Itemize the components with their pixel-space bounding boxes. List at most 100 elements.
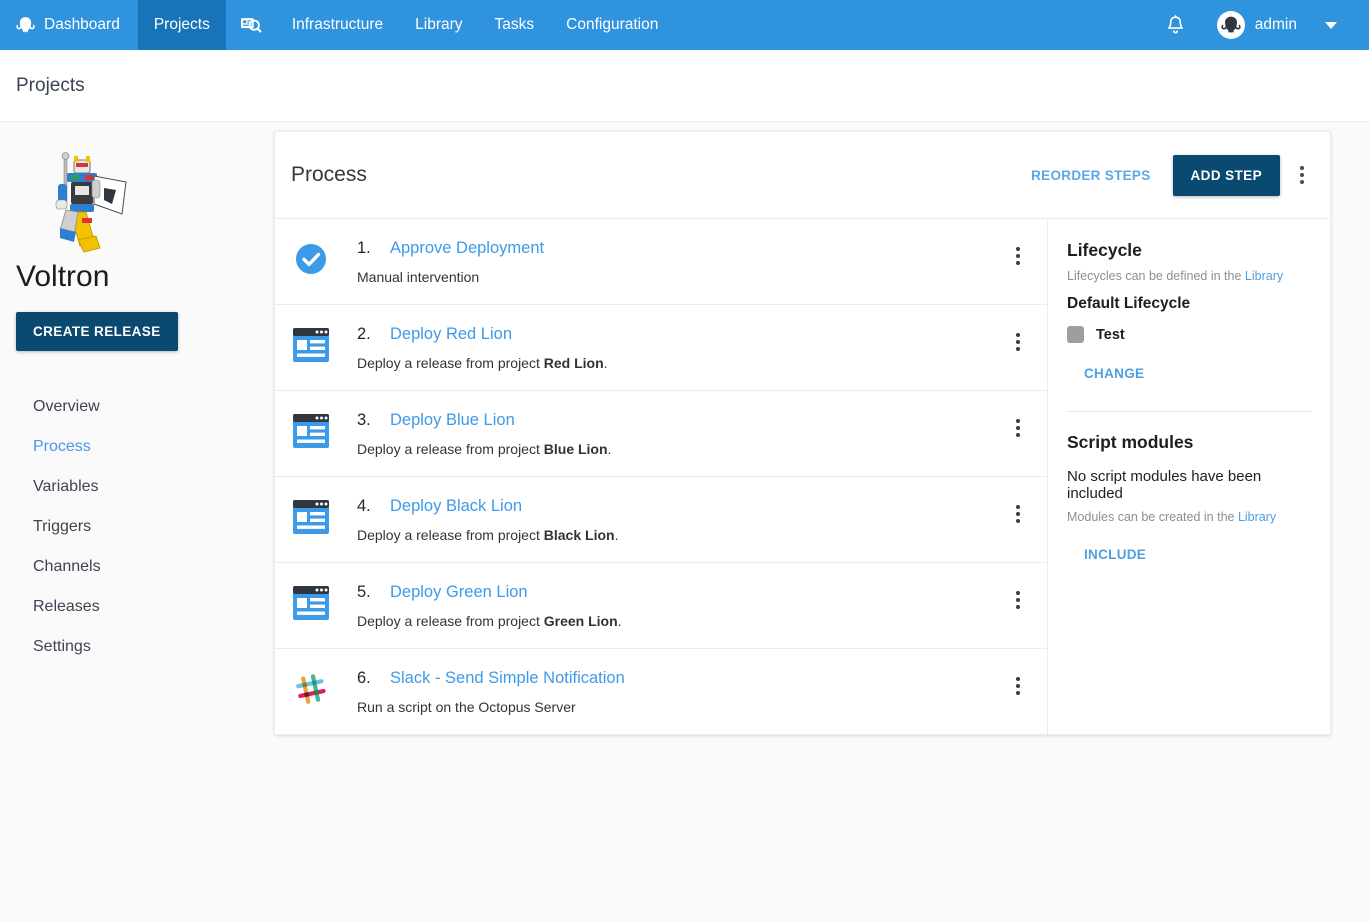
process-step-list: 1. Approve Deployment Manual interventio… [275, 219, 1047, 734]
step-overflow-menu-icon[interactable] [1000, 238, 1036, 274]
voltron-robot-logo [30, 144, 140, 254]
user-menu-dropdown-button[interactable] [1311, 22, 1353, 29]
step-description-prefix: Run a script on the Octopus Server [357, 699, 576, 715]
notifications-bell-icon [1166, 15, 1185, 36]
nav-item-configuration[interactable]: Configuration [550, 0, 674, 50]
step-content: 6. Slack - Send Simple Notification Run … [357, 668, 990, 715]
script-modules-section: Script modules No script modules have be… [1067, 432, 1312, 572]
step-description: Deploy a release from project Red Lion. [357, 355, 990, 371]
table-row[interactable]: 6. Slack - Send Simple Notification Run … [275, 649, 1047, 734]
step-number: 4. [357, 497, 390, 516]
notifications-button[interactable] [1152, 15, 1199, 36]
step-description-suffix: . [615, 527, 619, 543]
step-description-target: Blue Lion [544, 441, 608, 457]
sidebar-item-variables[interactable]: Variables [16, 467, 258, 507]
script-modules-library-link[interactable]: Library [1238, 510, 1276, 524]
table-row[interactable]: 4. Deploy Black Lion Deploy a release fr… [275, 477, 1047, 563]
step-description: Deploy a release from project Blue Lion. [357, 441, 990, 457]
process-card-body: 1. Approve Deployment Manual interventio… [275, 218, 1330, 734]
user-menu-button[interactable]: admin [1203, 11, 1307, 39]
step-content: 4. Deploy Black Lion Deploy a release fr… [357, 496, 990, 543]
include-script-module-button[interactable]: INCLUDE [1070, 537, 1160, 572]
change-lifecycle-button[interactable]: CHANGE [1070, 356, 1158, 391]
top-nav-right-group: admin [1152, 0, 1369, 50]
step-description-prefix: Deploy a release from project [357, 613, 544, 629]
script-modules-hint-text: Modules can be created in the [1067, 510, 1238, 524]
nav-item-projects[interactable]: Projects [138, 0, 226, 50]
step-name-link[interactable]: Deploy Green Lion [390, 583, 528, 602]
step-description: Manual intervention [357, 269, 990, 285]
step-description: Deploy a release from project Black Lion… [357, 527, 990, 543]
nav-item-projects-label: Projects [154, 16, 210, 34]
octopus-logo-icon [16, 15, 35, 35]
step-name-link[interactable]: Deploy Blue Lion [390, 411, 515, 430]
step-heading: 2. Deploy Red Lion [357, 325, 990, 344]
step-overflow-menu-icon[interactable] [1000, 582, 1036, 618]
sidebar-item-releases[interactable]: Releases [16, 587, 258, 627]
nav-item-configuration-label: Configuration [566, 16, 658, 34]
step-name-link[interactable]: Deploy Black Lion [390, 497, 522, 516]
table-row[interactable]: 3. Deploy Blue Lion Deploy a release fro… [275, 391, 1047, 477]
lifecycle-hint: Lifecycles can be defined in the Library [1067, 269, 1312, 283]
sidebar-item-channels[interactable]: Channels [16, 547, 258, 587]
nav-item-infrastructure-label: Infrastructure [292, 16, 383, 34]
step-overflow-menu-icon[interactable] [1000, 668, 1036, 704]
step-number: 2. [357, 325, 390, 344]
deploy-release-icon [291, 497, 331, 537]
script-modules-heading: Script modules [1067, 432, 1312, 453]
nav-item-dashboard[interactable]: Dashboard [0, 0, 138, 50]
nav-item-search[interactable] [226, 0, 276, 50]
script-modules-hint: Modules can be created in the Library [1067, 510, 1312, 524]
add-step-button[interactable]: ADD STEP [1173, 155, 1280, 196]
nav-item-infrastructure[interactable]: Infrastructure [276, 0, 399, 50]
step-heading: 6. Slack - Send Simple Notification [357, 669, 990, 688]
page-title: Projects [16, 75, 85, 97]
deploy-release-icon [291, 583, 331, 623]
sidebar-item-overview[interactable]: Overview [16, 387, 258, 427]
step-heading: 5. Deploy Green Lion [357, 583, 990, 602]
step-name-link[interactable]: Deploy Red Lion [390, 325, 512, 344]
table-row[interactable]: 2. Deploy Red Lion Deploy a release from… [275, 305, 1047, 391]
top-nav-spacer [674, 0, 1151, 50]
step-name-link[interactable]: Slack - Send Simple Notification [390, 669, 625, 688]
step-description-prefix: Deploy a release from project [357, 527, 544, 543]
project-sidebar-menu: Overview Process Variables Triggers Chan… [16, 387, 258, 667]
step-heading: 3. Deploy Blue Lion [357, 411, 990, 430]
step-description-target: Red Lion [544, 355, 604, 371]
sidebar-item-process[interactable]: Process [16, 427, 258, 467]
chevron-down-icon [1325, 22, 1337, 29]
step-description: Deploy a release from project Green Lion… [357, 613, 990, 629]
create-release-button[interactable]: CREATE RELEASE [16, 312, 178, 351]
step-overflow-menu-icon[interactable] [1000, 410, 1036, 446]
step-content: 2. Deploy Red Lion Deploy a release from… [357, 324, 990, 371]
sidebar-item-settings[interactable]: Settings [16, 627, 258, 667]
check-circle-icon [291, 239, 331, 279]
lifecycle-heading: Lifecycle [1067, 240, 1312, 261]
nav-item-tasks[interactable]: Tasks [479, 0, 551, 50]
nav-item-library-label: Library [415, 16, 462, 34]
process-heading: Process [291, 163, 367, 187]
process-card-header: Process REORDER STEPS ADD STEP [275, 132, 1330, 218]
step-description-prefix: Deploy a release from project [357, 441, 544, 457]
table-row[interactable]: 5. Deploy Green Lion Deploy a release fr… [275, 563, 1047, 649]
breadcrumb: Projects [0, 50, 1369, 122]
table-row[interactable]: 1. Approve Deployment Manual interventio… [275, 219, 1047, 305]
step-description-suffix: . [618, 613, 622, 629]
step-name-link[interactable]: Approve Deployment [390, 239, 544, 258]
kebab-menu-icon[interactable] [1288, 158, 1316, 192]
sidebar-item-triggers[interactable]: Triggers [16, 507, 258, 547]
step-heading: 4. Deploy Black Lion [357, 497, 990, 516]
step-overflow-menu-icon[interactable] [1000, 496, 1036, 532]
user-name-label: admin [1255, 16, 1297, 34]
lifecycle-phase-swatch [1067, 326, 1084, 343]
slack-logo-icon [291, 669, 331, 709]
avatar [1217, 11, 1245, 39]
reorder-steps-button[interactable]: REORDER STEPS [1017, 158, 1164, 193]
lifecycle-phase-row: Test [1067, 326, 1312, 343]
nav-item-library[interactable]: Library [399, 0, 478, 50]
search-lookup-icon [240, 15, 262, 35]
step-overflow-menu-icon[interactable] [1000, 324, 1036, 360]
step-number: 1. [357, 239, 390, 258]
process-card: Process REORDER STEPS ADD STEP [274, 131, 1331, 735]
lifecycle-library-link[interactable]: Library [1245, 269, 1283, 283]
